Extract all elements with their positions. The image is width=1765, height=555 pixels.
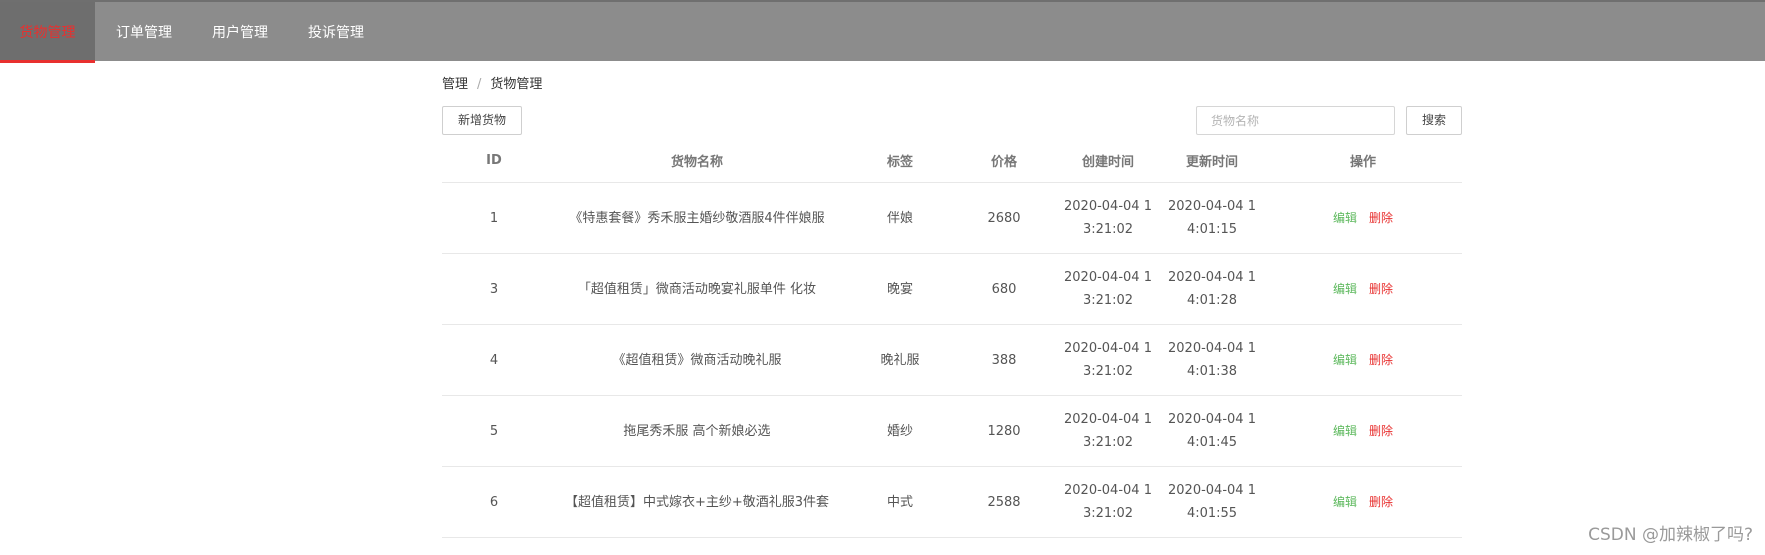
cell-created: 2020-04-04 13:21:02 — [1056, 253, 1160, 325]
created-time: 2020-04-04 13:21:02 — [1064, 270, 1152, 308]
header-tag: 标签 — [848, 139, 952, 183]
updated-time: 2020-04-04 14:01:38 — [1168, 341, 1256, 379]
cell-name: 「超值租赁」微商活动晚宴礼服单件 化妆 — [546, 253, 848, 325]
cell-name: 【超值租赁】中式嫁衣+主纱+敬酒礼服3件套 — [546, 466, 848, 538]
breadcrumb-current: 货物管理 — [490, 77, 543, 92]
cell-price: 1280 — [952, 395, 1056, 467]
cell-ops: 编辑 删除 — [1264, 466, 1462, 538]
edit-link[interactable]: 编辑 — [1333, 495, 1357, 509]
cell-name: 《特惠套餐》秀禾服主婚纱敬酒服4件伴娘服 — [546, 182, 848, 254]
header-price: 价格 — [952, 139, 1056, 183]
cell-ops: 编辑 删除 — [1264, 324, 1462, 396]
top-nav-bar: 货物管理 订单管理 用户管理 投诉管理 — [0, 0, 1765, 63]
cell-created: 2020-04-04 13:21:02 — [1056, 324, 1160, 396]
cell-name: 拖尾秀禾服 高个新娘必选 — [546, 395, 848, 467]
cell-price: 2588 — [952, 466, 1056, 538]
cell-ops: 编辑 删除 — [1264, 253, 1462, 325]
cell-id: 4 — [442, 324, 546, 396]
table-row: 6 【超值租赁】中式嫁衣+主纱+敬酒礼服3件套 中式 2588 2020-04-… — [442, 466, 1462, 538]
delete-link[interactable]: 删除 — [1369, 424, 1393, 438]
cell-id: 3 — [442, 253, 546, 325]
cell-tag: 婚纱 — [848, 395, 952, 467]
updated-time: 2020-04-04 14:01:15 — [1168, 199, 1256, 237]
cell-ops: 编辑 删除 — [1264, 395, 1462, 467]
cell-id: 5 — [442, 395, 546, 467]
tab-order-management[interactable]: 订单管理 — [99, 2, 189, 61]
header-name: 货物名称 — [546, 139, 848, 183]
created-time: 2020-04-04 13:21:02 — [1064, 341, 1152, 379]
header-id: ID — [442, 139, 546, 183]
table-row: 5 拖尾秀禾服 高个新娘必选 婚纱 1280 2020-04-04 13:21:… — [442, 395, 1462, 467]
breadcrumb-separator: / — [477, 77, 482, 92]
cell-price: 2680 — [952, 182, 1056, 254]
header-ops: 操作 — [1264, 139, 1462, 183]
cell-created: 2020-04-04 13:21:02 — [1056, 395, 1160, 467]
cell-updated: 2020-04-04 14:01:15 — [1160, 182, 1264, 254]
edit-link[interactable]: 编辑 — [1333, 353, 1357, 367]
cell-tag: 晚礼服 — [848, 324, 952, 396]
table-row: 3 「超值租赁」微商活动晚宴礼服单件 化妆 晚宴 680 2020-04-04 … — [442, 253, 1462, 325]
breadcrumb: 管理 / 货物管理 — [442, 73, 542, 92]
cell-tag: 伴娘 — [848, 182, 952, 254]
tab-complaint-management[interactable]: 投诉管理 — [291, 2, 381, 61]
cell-updated: 2020-04-04 14:01:38 — [1160, 324, 1264, 396]
updated-time: 2020-04-04 14:01:55 — [1168, 483, 1256, 521]
cell-id: 6 — [442, 466, 546, 538]
edit-link[interactable]: 编辑 — [1333, 424, 1357, 438]
goods-table: ID 货物名称 标签 价格 创建时间 更新时间 操作 1 《特惠套餐》秀禾服主婚… — [442, 139, 1462, 538]
tab-user-management[interactable]: 用户管理 — [195, 2, 285, 61]
cell-id: 1 — [442, 182, 546, 254]
cell-created: 2020-04-04 13:21:02 — [1056, 466, 1160, 538]
delete-link[interactable]: 删除 — [1369, 211, 1393, 225]
created-time: 2020-04-04 13:21:02 — [1064, 412, 1152, 450]
edit-link[interactable]: 编辑 — [1333, 211, 1357, 225]
cell-updated: 2020-04-04 14:01:28 — [1160, 253, 1264, 325]
header-updated: 更新时间 — [1160, 139, 1264, 183]
cell-updated: 2020-04-04 14:01:45 — [1160, 395, 1264, 467]
goods-name-search-input[interactable] — [1196, 106, 1395, 135]
created-time: 2020-04-04 13:21:02 — [1064, 199, 1152, 237]
delete-link[interactable]: 删除 — [1369, 353, 1393, 367]
cell-name: 《超值租赁》微商活动晚礼服 — [546, 324, 848, 396]
cell-tag: 中式 — [848, 466, 952, 538]
table-row: 1 《特惠套餐》秀禾服主婚纱敬酒服4件伴娘服 伴娘 2680 2020-04-0… — [442, 182, 1462, 254]
tab-goods-management[interactable]: 货物管理 — [0, 2, 95, 63]
table-row: 4 《超值租赁》微商活动晚礼服 晚礼服 388 2020-04-04 13:21… — [442, 324, 1462, 396]
cell-tag: 晚宴 — [848, 253, 952, 325]
delete-link[interactable]: 删除 — [1369, 495, 1393, 509]
created-time: 2020-04-04 13:21:02 — [1064, 483, 1152, 521]
breadcrumb-root[interactable]: 管理 — [442, 77, 468, 92]
edit-link[interactable]: 编辑 — [1333, 282, 1357, 296]
delete-link[interactable]: 删除 — [1369, 282, 1393, 296]
cell-price: 680 — [952, 253, 1056, 325]
cell-created: 2020-04-04 13:21:02 — [1056, 182, 1160, 254]
updated-time: 2020-04-04 14:01:28 — [1168, 270, 1256, 308]
table-header-row: ID 货物名称 标签 价格 创建时间 更新时间 操作 — [442, 139, 1462, 183]
cell-price: 388 — [952, 324, 1056, 396]
cell-updated: 2020-04-04 14:01:55 — [1160, 466, 1264, 538]
search-button[interactable]: 搜索 — [1406, 106, 1462, 135]
updated-time: 2020-04-04 14:01:45 — [1168, 412, 1256, 450]
add-goods-button[interactable]: 新增货物 — [442, 106, 522, 135]
header-created: 创建时间 — [1056, 139, 1160, 183]
csdn-watermark: CSDN @加辣椒了吗? — [1588, 525, 1753, 545]
cell-ops: 编辑 删除 — [1264, 182, 1462, 254]
